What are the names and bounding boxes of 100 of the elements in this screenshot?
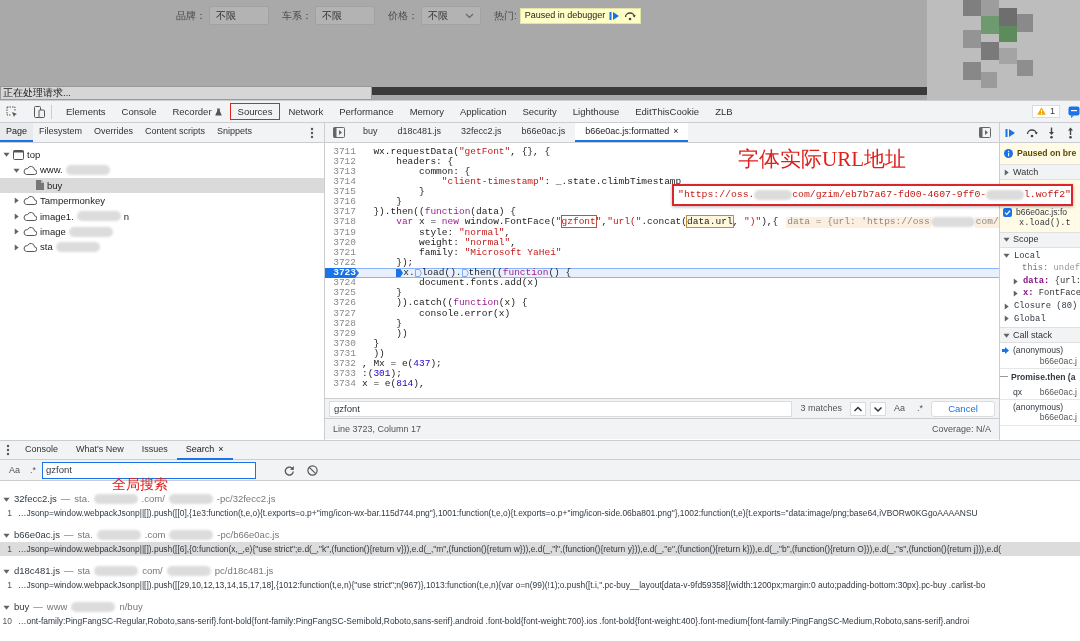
step-out-icon[interactable] xyxy=(1066,126,1076,139)
drawer-tab[interactable]: Console xyxy=(16,440,68,460)
inspect-icon[interactable] xyxy=(6,105,18,118)
sidebar-toggle-icon[interactable] xyxy=(333,127,345,138)
panel-tab[interactable]: Application xyxy=(451,102,515,121)
line-number[interactable]: 3722 xyxy=(325,257,359,268)
device-toggle-icon[interactable] xyxy=(34,105,45,118)
caret-icon[interactable] xyxy=(1012,277,1019,285)
line-number[interactable]: 3716 xyxy=(325,197,359,208)
line-number[interactable]: 3719 xyxy=(325,227,359,238)
scope-variable[interactable]: this: undef xyxy=(1021,263,1080,274)
line-number[interactable]: 3711 xyxy=(325,146,359,157)
collapse-caret-icon[interactable] xyxy=(1003,236,1010,244)
caret-icon[interactable] xyxy=(3,603,10,611)
find-field[interactable]: gzfont xyxy=(329,400,793,417)
panel-tab[interactable]: Console xyxy=(113,102,165,121)
caret-icon[interactable] xyxy=(1012,290,1019,298)
panel-tab[interactable]: EditThisCookie xyxy=(627,102,708,121)
panel-tab[interactable]: ZLB xyxy=(707,102,741,121)
file-tab[interactable]: buy xyxy=(353,123,388,142)
line-number[interactable]: 3717 xyxy=(325,207,359,218)
file-tab[interactable]: 32fecc2.js xyxy=(451,123,512,142)
select-field[interactable]: 不限 xyxy=(421,6,481,25)
navigator-tab[interactable]: Snippets xyxy=(211,123,259,142)
breakpoint-marker-icon[interactable] xyxy=(461,269,469,278)
caret-icon[interactable] xyxy=(3,531,10,539)
panel-tab[interactable]: Lighthouse xyxy=(564,102,628,121)
line-number[interactable]: 3729 xyxy=(325,328,359,339)
tree-item[interactable]: image xyxy=(0,223,324,240)
scope-item[interactable]: Closure (80) xyxy=(1000,300,1080,313)
breakpoint-marker-icon[interactable] xyxy=(396,269,404,278)
line-number[interactable]: 3724 xyxy=(325,278,359,289)
line-number[interactable]: 3715 xyxy=(325,187,359,198)
refresh-icon[interactable] xyxy=(284,464,296,476)
search-result-row[interactable] xyxy=(0,542,1080,556)
line-number[interactable]: 3727 xyxy=(325,308,359,319)
call-frame[interactable]: (anonymous) b66e0ac.j xyxy=(1000,343,1080,369)
previous-match-button[interactable] xyxy=(849,401,866,416)
input-field[interactable]: 不限 xyxy=(209,6,269,25)
collapse-caret-icon[interactable] xyxy=(13,166,20,174)
navigator-tab[interactable]: Content scripts xyxy=(139,123,212,142)
scope-variable[interactable]: data: {url: xyxy=(1023,275,1080,287)
cancel-button[interactable]: Cancel xyxy=(931,400,995,417)
caret-icon[interactable] xyxy=(1003,302,1010,310)
resume-icon[interactable] xyxy=(609,10,621,21)
breakpoint-checkbox[interactable] xyxy=(1003,207,1012,217)
caret-icon[interactable] xyxy=(1003,315,1010,323)
expand-caret-icon[interactable] xyxy=(13,212,20,220)
expand-caret-icon[interactable] xyxy=(13,197,20,205)
regex-toggle[interactable]: .* xyxy=(30,464,37,476)
line-number[interactable]: 3718 xyxy=(325,217,359,228)
step-into-icon[interactable] xyxy=(1047,126,1057,139)
collapse-caret-icon[interactable] xyxy=(3,151,10,159)
resume-icon[interactable] xyxy=(1004,127,1016,138)
line-number[interactable]: 3723 xyxy=(325,268,359,279)
line-number[interactable]: 3734 xyxy=(325,379,359,390)
tree-item[interactable]: sta xyxy=(0,239,324,255)
line-number[interactable]: 3732 xyxy=(325,359,359,370)
panel-tab[interactable]: Memory xyxy=(401,102,452,121)
section-header[interactable]: Watch xyxy=(1000,164,1080,180)
result-file-name[interactable]: d18c481.js xyxy=(14,565,60,577)
drawer-tab[interactable]: What's New xyxy=(67,440,133,460)
drawer-tab[interactable]: Issues xyxy=(132,440,177,460)
line-number[interactable]: 3725 xyxy=(325,288,359,299)
caret-icon[interactable] xyxy=(1003,252,1010,260)
line-number[interactable]: 3714 xyxy=(325,176,359,187)
result-file-name[interactable]: b66e0ac.js xyxy=(14,529,60,541)
panel-tab[interactable]: Network xyxy=(280,102,332,121)
close-icon[interactable]: × xyxy=(218,443,224,455)
expand-caret-icon[interactable] xyxy=(1003,168,1010,176)
issues-counter[interactable]: 1 xyxy=(1032,105,1060,118)
tree-item[interactable]: Tampermonkey xyxy=(0,193,324,209)
line-number[interactable]: 3731 xyxy=(325,349,359,360)
collapse-caret-icon[interactable] xyxy=(1003,331,1010,339)
scope-variable[interactable]: x: FontFace xyxy=(1023,288,1080,299)
close-icon[interactable]: × xyxy=(673,126,679,137)
caret-icon[interactable] xyxy=(3,567,10,575)
more-icon[interactable] xyxy=(310,126,314,139)
line-number[interactable]: 3721 xyxy=(325,247,359,258)
line-number[interactable]: 3730 xyxy=(325,338,359,349)
match-case-toggle[interactable]: Aa xyxy=(889,403,909,414)
panel-tab[interactable]: Elements xyxy=(58,102,114,121)
scope-item[interactable]: Global xyxy=(1000,312,1080,326)
tree-item[interactable]: top xyxy=(0,147,324,163)
panel-tab[interactable]: Security xyxy=(514,102,565,121)
line-number[interactable]: 3733 xyxy=(325,369,359,380)
line-number[interactable]: 3726 xyxy=(325,298,359,309)
line-number[interactable]: 3728 xyxy=(325,318,359,329)
clear-icon[interactable] xyxy=(307,464,319,476)
tree-item[interactable]: www. xyxy=(0,162,324,178)
file-tab[interactable]: b66e0ac.js xyxy=(511,123,576,142)
scope-item[interactable]: Local xyxy=(1000,249,1080,263)
result-file-name[interactable]: buy xyxy=(14,601,30,613)
panel-tab[interactable]: Performance xyxy=(331,102,402,121)
navigator-tab[interactable]: Page xyxy=(0,123,34,142)
expand-caret-icon[interactable] xyxy=(13,243,20,251)
result-file-name[interactable]: 32fecc2.js xyxy=(14,493,57,505)
step-over-icon[interactable] xyxy=(624,10,637,21)
step-over-icon[interactable] xyxy=(1025,127,1038,138)
match-case-toggle[interactable]: Aa xyxy=(5,464,24,476)
